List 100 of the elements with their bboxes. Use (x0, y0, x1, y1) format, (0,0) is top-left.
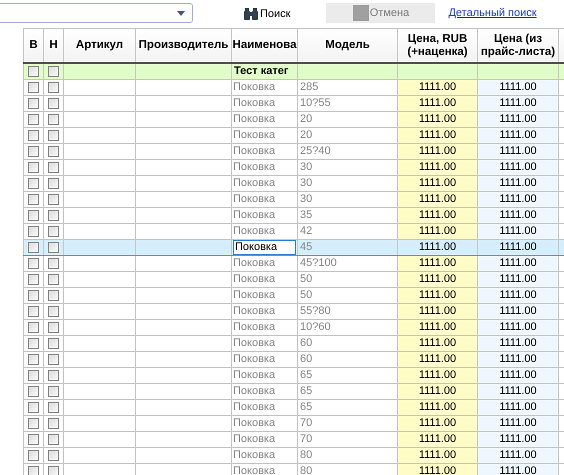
checkbox[interactable] (48, 274, 59, 285)
name-cell: Поковка (233, 81, 276, 93)
checkbox[interactable] (48, 146, 59, 157)
column-header[interactable]: Артикул (64, 28, 136, 63)
name-cell: Поковка (233, 257, 276, 269)
checkbox[interactable] (28, 114, 39, 125)
checkbox[interactable] (48, 322, 59, 333)
name-cell: Поковка (233, 385, 276, 397)
price-cell: 1111.00 (398, 432, 478, 448)
column-header[interactable]: Модель (298, 28, 398, 63)
checkbox[interactable] (28, 402, 39, 413)
name-cell: Поковка (233, 305, 276, 317)
checkbox[interactable] (48, 370, 59, 381)
checkbox[interactable] (28, 242, 39, 253)
checkbox[interactable] (48, 258, 59, 269)
checkbox[interactable] (28, 450, 39, 461)
price-cell: 1111.00 (478, 336, 558, 352)
price-cell: 1111.00 (398, 240, 478, 256)
checkbox[interactable] (48, 386, 59, 397)
model-cell: 20 (298, 128, 398, 144)
column-header[interactable]: Н (44, 28, 64, 63)
price-cell: 1111.00 (398, 352, 478, 368)
checkbox[interactable] (48, 354, 59, 365)
column-header[interactable]: Наименова (232, 28, 298, 63)
checkbox[interactable] (28, 258, 39, 269)
model-cell: 25?40 (298, 144, 398, 160)
price-cell: 1111.00 (398, 224, 478, 240)
checkbox[interactable] (48, 242, 59, 253)
price-cell: 1111.00 (398, 288, 478, 304)
checkbox[interactable] (48, 162, 59, 173)
checkbox[interactable] (28, 98, 39, 109)
checkbox[interactable] (28, 130, 39, 141)
checkbox[interactable] (48, 402, 59, 413)
price-cell: 1111.00 (478, 112, 558, 128)
checkbox[interactable] (28, 178, 39, 189)
checkbox[interactable] (48, 114, 59, 125)
checkbox[interactable] (28, 370, 39, 381)
price-cell: 1111.00 (398, 96, 478, 112)
model-cell: 10?60 (298, 320, 398, 336)
checkbox[interactable] (48, 466, 59, 475)
price-cell: 1111.00 (478, 448, 558, 464)
price-cell: 1111.00 (398, 144, 478, 160)
checkbox[interactable] (28, 274, 39, 285)
name-cell: Поковка (233, 369, 276, 381)
column-header[interactable]: В (24, 28, 44, 63)
checkbox[interactable] (28, 194, 39, 205)
name-input-field[interactable]: Поковка (233, 240, 296, 254)
price-cell: 1111.00 (398, 384, 478, 400)
category-title: Тест катег (232, 63, 298, 80)
checkbox[interactable] (28, 418, 39, 429)
checkbox[interactable] (48, 290, 59, 301)
checkbox[interactable] (48, 178, 59, 189)
checkbox[interactable] (28, 146, 39, 157)
checkbox[interactable] (48, 82, 59, 93)
checkbox[interactable] (48, 434, 59, 445)
checkbox[interactable] (28, 290, 39, 301)
checkbox[interactable] (28, 434, 39, 445)
checkbox[interactable] (48, 210, 59, 221)
square-icon (352, 4, 369, 20)
name-cell: Поковка (233, 225, 276, 237)
price-cell: 1111.00 (478, 208, 558, 224)
checkbox[interactable] (28, 82, 39, 93)
checkbox[interactable] (48, 98, 59, 109)
checkbox[interactable] (48, 226, 59, 237)
checkbox[interactable] (28, 210, 39, 221)
checkbox[interactable] (28, 306, 39, 317)
model-cell: 30 (298, 192, 398, 208)
model-cell: 285 (298, 80, 398, 96)
checkbox[interactable] (48, 130, 59, 141)
column-header[interactable]: Производитель (136, 28, 232, 63)
advanced-search-link[interactable]: Детальный поиск (448, 6, 537, 18)
price-cell: 1111.00 (478, 368, 558, 384)
model-cell: 50 (298, 288, 398, 304)
checkbox[interactable] (28, 162, 39, 173)
checkbox[interactable] (48, 418, 59, 429)
model-cell: 10?55 (298, 96, 398, 112)
price-cell: 1111.00 (398, 160, 478, 176)
checkbox[interactable] (28, 466, 39, 475)
checkbox[interactable] (28, 386, 39, 397)
model-cell: 55?80 (298, 304, 398, 320)
model-cell: 45?100 (298, 256, 398, 272)
checkbox[interactable] (28, 322, 39, 333)
price-cell: 1111.00 (478, 96, 558, 112)
checkbox[interactable] (48, 338, 59, 349)
checkbox[interactable] (48, 66, 59, 77)
model-cell: 60 (298, 336, 398, 352)
dropdown-field[interactable] (0, 2, 193, 22)
name-cell: Поковка (233, 145, 276, 157)
checkbox[interactable] (28, 66, 39, 77)
checkbox[interactable] (48, 194, 59, 205)
column-header[interactable]: Цена, RUB (+наценка) (398, 28, 478, 63)
checkbox[interactable] (28, 226, 39, 237)
checkbox[interactable] (28, 338, 39, 349)
model-cell: 60 (298, 352, 398, 368)
checkbox[interactable] (28, 354, 39, 365)
price-cell: 1111.00 (478, 352, 558, 368)
search-button[interactable]: Поиск (240, 6, 294, 22)
checkbox[interactable] (48, 450, 59, 461)
column-header[interactable]: Цена (из прайс-листа) (478, 28, 558, 63)
checkbox[interactable] (48, 306, 59, 317)
